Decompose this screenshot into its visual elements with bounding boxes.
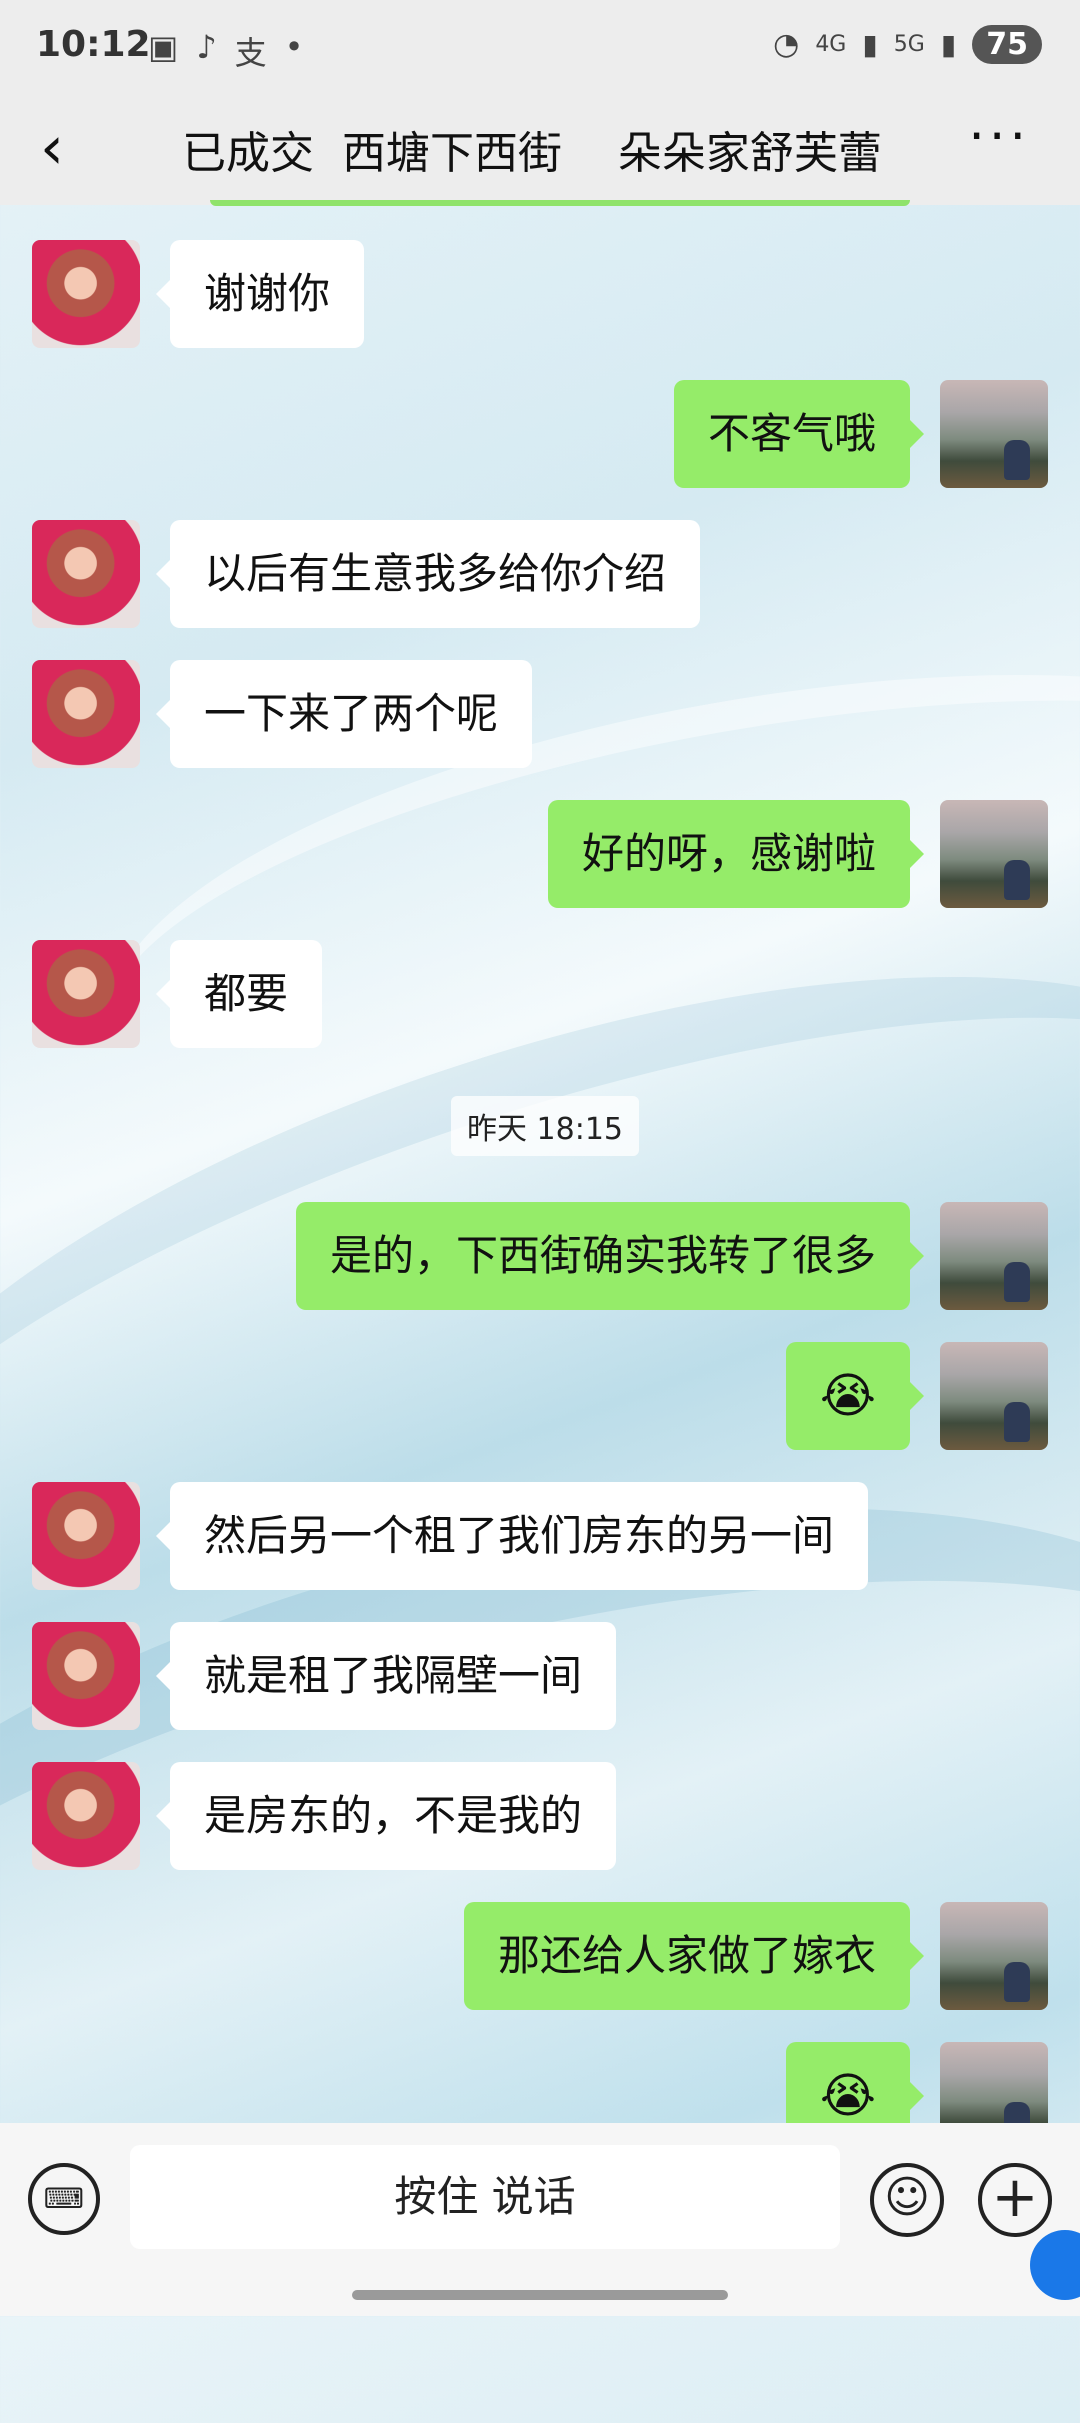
previous-message-edge xyxy=(210,200,910,206)
chat-header: ‹ 已成交 西塘下西街 朵朵家舒芙蕾 ··· xyxy=(0,95,1080,205)
message-bubble[interactable]: 然后另一个租了我们房东的另一间 xyxy=(155,1482,869,1590)
message-row-left: 一下来了两个呢 xyxy=(0,660,1080,770)
message-row-right: 不客气哦 xyxy=(0,380,1080,490)
signal-4g: 4G xyxy=(815,32,847,57)
contact-avatar[interactable] xyxy=(32,1762,140,1870)
my-avatar[interactable] xyxy=(940,380,1048,488)
my-avatar[interactable] xyxy=(940,800,1048,908)
contact-avatar[interactable] xyxy=(32,1622,140,1730)
plus-icon[interactable]: + xyxy=(978,2163,1052,2237)
signal-5g: 5G xyxy=(893,32,925,57)
battery-indicator: 75 xyxy=(972,25,1042,64)
message-bubble[interactable]: 是房东的，不是我的 xyxy=(155,1762,617,1870)
message-bubble[interactable]: 是的，下西街确实我转了很多 xyxy=(295,1202,925,1310)
status-right-icons: ◔ 4G ▮ 5G ▮ 75 xyxy=(773,25,1042,64)
message-bubble[interactable]: 好的呀，感谢啦 xyxy=(547,800,925,908)
message-row-left: 然后另一个租了我们房东的另一间 xyxy=(0,1482,1080,1592)
my-avatar[interactable] xyxy=(940,1202,1048,1310)
tiktok-icon: ♪ xyxy=(196,28,217,66)
message-row-right: 是的，下西街确实我转了很多 xyxy=(0,1202,1080,1312)
message-bubble[interactable]: 不客气哦 xyxy=(673,380,925,488)
message-row-left: 就是租了我隔壁一间 xyxy=(0,1622,1080,1732)
message-bubble[interactable]: 谢谢你 xyxy=(155,240,365,348)
smiley-icon[interactable]: ☺ xyxy=(870,2163,944,2237)
message-row-left: 谢谢你 xyxy=(0,240,1080,350)
signal-icon: ▮ xyxy=(862,28,878,61)
back-chevron-icon[interactable]: ‹ xyxy=(40,113,64,183)
status-bar: 10:12 ▣ ♪ 支 • ◔ 4G ▮ 5G ▮ 75 xyxy=(0,0,1080,95)
input-bar: ⌨ 按住 说话 ☺ + xyxy=(0,2123,1080,2316)
keyboard-icon[interactable]: ⌨ xyxy=(28,2163,100,2235)
my-avatar[interactable] xyxy=(940,1342,1048,1450)
message-row-left: 是房东的，不是我的 xyxy=(0,1762,1080,1872)
my-avatar[interactable] xyxy=(940,1902,1048,2010)
message-bubble[interactable]: 😭 xyxy=(785,1342,925,1450)
status-notification-icons: ▣ ♪ 支 • xyxy=(148,28,304,74)
screenshot-icon: ▣ xyxy=(148,28,179,66)
home-indicator[interactable] xyxy=(352,2290,728,2300)
signal-icon: ▮ xyxy=(940,28,957,61)
message-row-right: 😭 xyxy=(0,1342,1080,1452)
more-dots-icon[interactable]: ··· xyxy=(968,107,1030,167)
dot-icon: • xyxy=(284,28,304,66)
message-row-left: 都要 xyxy=(0,940,1080,1050)
alipay-icon: 支 xyxy=(234,34,267,72)
message-row-left: 以后有生意我多给你介绍 xyxy=(0,520,1080,630)
message-bubble[interactable]: 一下来了两个呢 xyxy=(155,660,533,768)
hold-to-talk-button[interactable]: 按住 说话 xyxy=(130,2145,840,2249)
message-bubble[interactable]: 那还给人家做了嫁衣 xyxy=(463,1902,925,2010)
message-row-right: 好的呀，感谢啦 xyxy=(0,800,1080,910)
contact-avatar[interactable] xyxy=(32,660,140,768)
message-timestamp: 昨天 18:15 xyxy=(451,1096,639,1156)
contact-avatar[interactable] xyxy=(32,940,140,1048)
contact-avatar[interactable] xyxy=(32,520,140,628)
message-bubble[interactable]: 都要 xyxy=(155,940,323,1048)
message-bubble[interactable]: 就是租了我隔壁一间 xyxy=(155,1622,617,1730)
chat-title: 已成交 西塘下西街 朵朵家舒芙蕾 xyxy=(182,128,882,179)
wifi-icon: ◔ xyxy=(773,27,800,62)
message-bubble[interactable]: 以后有生意我多给你介绍 xyxy=(155,520,701,628)
message-row-right: 那还给人家做了嫁衣 xyxy=(0,1902,1080,2012)
contact-avatar[interactable] xyxy=(32,1482,140,1590)
status-time: 10:12 xyxy=(36,24,151,65)
contact-avatar[interactable] xyxy=(32,240,140,348)
